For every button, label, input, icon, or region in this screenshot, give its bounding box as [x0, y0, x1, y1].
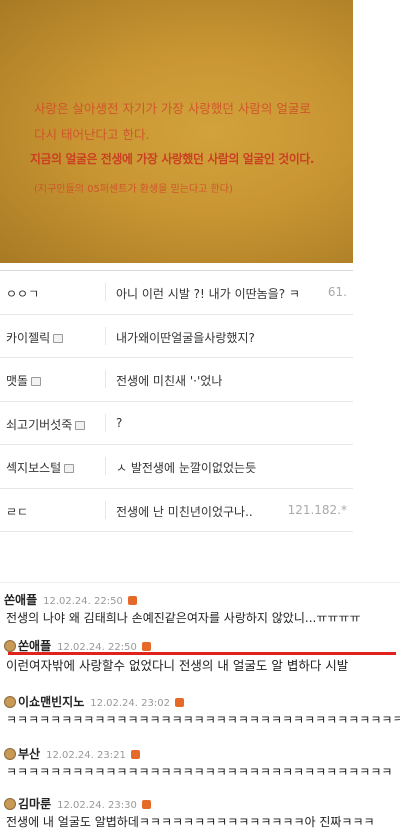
comment-header: 이쇼맨빈지노 12.02.24. 23:02 — [4, 693, 184, 710]
comment-date: 12.02.24. 23:02 — [90, 698, 170, 709]
comment-text: 전생에 난 미친년이었구나.. — [116, 504, 253, 519]
comment-body: ㅋㅋㅋㅋㅋㅋㅋㅋㅋㅋㅋㅋㅋㅋㅋㅋㅋㅋㅋㅋㅋㅋㅋㅋㅋㅋㅋㅋㅋㅋㅋㅋㅋㅋㅋㅋㅋ — [6, 713, 400, 727]
table-row: 쇠고기버섯죽 ? — [0, 402, 353, 445]
comment-header: 쏜애플 12.02.24. 22:50 — [4, 591, 137, 608]
photo-text-line-2: 다시 태어난다고 한다. — [34, 127, 150, 142]
nickname-label: 섹지보스털 — [6, 461, 62, 475]
table-row: ㄹㄷ 전생에 난 미친년이었구나.. 121.182.* — [0, 489, 353, 532]
nickname-label: 맷돌 — [6, 374, 29, 388]
avatar — [4, 640, 16, 652]
comment-nickname[interactable]: 쇠고기버섯죽 — [6, 416, 86, 433]
avatar — [4, 798, 16, 810]
comment-ip: 121.182.* — [287, 502, 347, 517]
comment-author[interactable]: 쏜애플 — [18, 639, 51, 653]
comment-text: ? — [116, 415, 123, 430]
reply-icon[interactable] — [174, 698, 184, 707]
member-icon — [75, 420, 86, 430]
comment-body: 전생의 나야 왜 김태희나 손예진같은여자를 사랑하지 않았니...ㅠㅠㅠㅠ — [6, 611, 361, 625]
nickname-label: 카이젤릭 — [6, 330, 51, 345]
comment-body: ㅋㅋㅋㅋㅋㅋㅋㅋㅋㅋㅋㅋㅋㅋㅋㅋㅋㅋㅋㅋㅋㅋㅋㅋㅋㅋㅋㅋㅋㅋㅋㅋㅋㅋㅋ — [6, 765, 393, 779]
comment-nickname[interactable]: ㅇㅇㄱ — [6, 285, 39, 302]
comment-list: 쏜애플 12.02.24. 22:50 전생의 나야 왜 김태희나 손예진같은여자… — [0, 582, 400, 837]
table-row: ㅇㅇㄱ 아니 이런 시발 ?! 내가 이딴놈을? ㅋ 61. — [0, 271, 353, 315]
table-row: 카이젤릭 내가왜이딴얼굴을사랑했지? — [0, 315, 353, 358]
member-icon — [31, 377, 42, 386]
reply-icon[interactable] — [127, 596, 137, 605]
photo-text-line-4: (지구인들의 05퍼센트가 환생을 믿는다고 한다) — [34, 184, 233, 195]
comment-author[interactable]: 부산 — [18, 747, 40, 761]
comment-text: 내가왜이딴얼굴을사랑했지? — [116, 330, 255, 345]
comment-author[interactable]: 쏜애플 — [4, 593, 37, 607]
column-divider — [105, 370, 106, 388]
comment-text: 아니 이런 시발 ?! 내가 이딴놈을? ㅋ — [116, 287, 300, 301]
table-row: 맷돌 전생에 미친새 '·'었나 — [0, 358, 353, 402]
reply-icon[interactable] — [141, 642, 151, 651]
comment-date: 12.02.24. 22:50 — [43, 596, 123, 607]
nickname-label: 쇠고기버섯죽 — [6, 417, 73, 432]
nickname-label: ㄹㄷ — [6, 504, 29, 519]
comment-nickname[interactable]: 카이젤릭 — [6, 329, 64, 346]
reply-icon[interactable] — [130, 750, 140, 759]
comment-header: 부산 12.02.24. 23:21 — [4, 745, 140, 762]
comment-text: 전생에 미친새 '·'었나 — [116, 374, 223, 388]
comment-body: 이런여자밖에 사랑할수 없었다니 전생의 내 얼굴도 알 볍하다 시발 — [6, 658, 349, 673]
column-divider — [105, 326, 106, 345]
column-divider — [105, 413, 106, 432]
comment-date: 12.02.24. 23:21 — [46, 750, 126, 761]
reply-icon[interactable] — [141, 800, 151, 809]
comment-author[interactable]: 김마룬 — [18, 797, 51, 811]
comment-nickname[interactable]: 맷돌 — [6, 372, 42, 389]
member-icon — [53, 333, 64, 343]
column-divider — [105, 500, 106, 519]
avatar — [4, 748, 16, 760]
comment-date: 12.02.24. 23:30 — [57, 800, 137, 811]
comment-nickname[interactable]: 섹지보스털 — [6, 459, 75, 476]
avatar — [4, 696, 16, 708]
highlight-underline — [8, 652, 396, 655]
comment-ip: 61. — [327, 285, 347, 299]
member-icon — [64, 464, 75, 473]
comment-nickname[interactable]: ㄹㄷ — [6, 503, 28, 520]
book-page-photo: 사랑은 살아생전 자기가 가장 사랑했던 사람의 얼굴로 다시 태어난다고 한다… — [0, 0, 353, 263]
comment-body: 전생에 내 얼굴도 알볍하데ㅋㅋㅋㅋㅋㅋㅋㅋㅋㅋㅋㅋㅋㅋㅋ아 진짜ㅋㅋㅋ — [6, 815, 375, 829]
comment-author[interactable]: 이쇼맨빈지노 — [18, 695, 84, 709]
comment-text: ㅅ 발전생에 눈깔이없었는듯 — [116, 461, 257, 475]
nickname-label: ㅇㅇㄱ — [6, 287, 40, 301]
column-divider — [105, 283, 106, 301]
column-divider — [105, 457, 106, 475]
comment-header: 김마룬 12.02.24. 23:30 — [4, 795, 151, 812]
comment-table: ㅇㅇㄱ 아니 이런 시발 ?! 내가 이딴놈을? ㅋ 61. 카이젤릭 내가왜이… — [0, 270, 353, 575]
photo-text-line-3: 지금의 얼굴은 전생에 가장 사랑했던 사람의 얼굴인 것이다. — [30, 152, 315, 166]
table-row: 섹지보스털 ㅅ 발전생에 눈깔이없었는듯 — [0, 445, 353, 489]
photo-text-line-1: 사랑은 살아생전 자기가 가장 사랑했던 사람의 얼굴로 — [34, 101, 311, 116]
